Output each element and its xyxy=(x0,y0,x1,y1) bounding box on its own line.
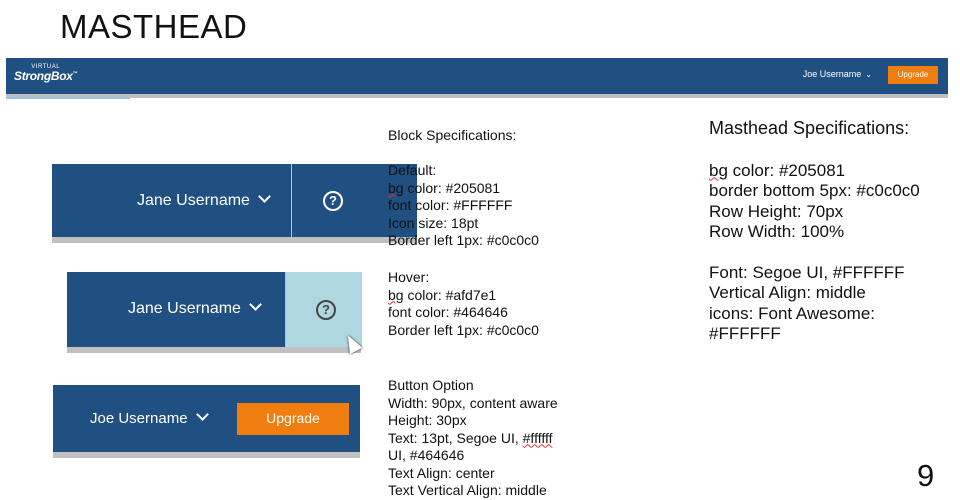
masthead-bar: VIRTUAL StrongBox™ Joe Username ⌄ Upgrade xyxy=(6,58,948,98)
spec-line: icons: Font Awesome: xyxy=(709,303,875,323)
username-label: Jane Username xyxy=(137,192,250,209)
tab-underline xyxy=(6,97,130,99)
logo-main-text: StrongBox™ xyxy=(14,69,78,83)
spec-line: bg color: #205081 xyxy=(709,160,846,180)
spec-line: bg color: #afd7e1 xyxy=(388,286,497,303)
chevron-down-icon xyxy=(195,408,209,421)
username-label: Jane Username xyxy=(128,300,241,317)
spec-line: Icon size: 18pt xyxy=(388,214,479,231)
spec-line: Row Height: 70px xyxy=(709,201,844,221)
spec-line: font color: #FFFFFF xyxy=(388,197,513,213)
spec-line: Height: 30px xyxy=(388,412,467,428)
help-icon: ? xyxy=(316,300,336,320)
spec-line: bg color: #205081 xyxy=(388,179,501,196)
spec-line: Row Width: 100% xyxy=(709,222,845,241)
spec-subheading: Hover: xyxy=(388,269,430,285)
spec-line: Width: 90px, content aware xyxy=(388,394,558,411)
hover-block-example: Jane Username ? xyxy=(67,272,362,353)
user-menu[interactable]: Joe Username ⌄ xyxy=(803,69,872,79)
slide-title: MASTHEAD xyxy=(60,8,248,45)
chevron-down-icon xyxy=(258,190,271,203)
user-menu[interactable]: Jane Username xyxy=(137,190,271,210)
upgrade-button[interactable]: Upgrade xyxy=(237,403,349,435)
spec-line: UI, #464646 xyxy=(388,447,465,463)
spec-line: Vertical Align: middle xyxy=(709,283,866,302)
spec-line: Border left 1px: #c0c0c0 xyxy=(388,232,539,248)
spec-line: Font: Segoe UI, #FFFFFF xyxy=(709,262,905,282)
spec-heading: Block Specifications: xyxy=(388,127,517,143)
divider xyxy=(291,164,292,237)
spec-line: Text Align: center xyxy=(388,464,495,481)
masthead-specifications: Masthead Specifications: bg color: #2050… xyxy=(709,118,920,345)
upgrade-button[interactable]: Upgrade xyxy=(888,66,938,84)
user-menu[interactable]: Joe Username xyxy=(90,408,209,427)
default-block-example: Jane Username ? xyxy=(52,164,417,243)
spec-subheading: Default: xyxy=(388,162,437,178)
button-option-example: Joe Username Upgrade xyxy=(53,385,360,458)
spec-line: Text: 13pt, Segoe UI, #ffffff xyxy=(388,429,553,446)
button-specifications: Button Option Width: 90px, content aware… xyxy=(388,377,558,500)
block-specifications: Block Specifications: Default: bg color:… xyxy=(388,127,539,250)
spec-subheading: Button Option xyxy=(388,377,474,393)
help-icon[interactable]: ? xyxy=(323,191,343,211)
spec-heading: Masthead Specifications: xyxy=(709,118,910,138)
spec-line: Text Vertical Align: middle xyxy=(388,482,547,498)
hover-specifications: Hover: bg color: #afd7e1 font color: #46… xyxy=(388,269,539,339)
page-number: 9 xyxy=(917,458,935,493)
username-label: Joe Username xyxy=(90,410,188,427)
app-logo[interactable]: VIRTUAL StrongBox™ xyxy=(14,64,78,83)
spec-line: #FFFFFF xyxy=(709,324,781,343)
spec-line: font color: #464646 xyxy=(388,304,508,320)
username-label: Joe Username xyxy=(802,69,862,79)
spec-line: border bottom 5px: #c0c0c0 xyxy=(709,181,920,200)
chevron-down-icon: ⌄ xyxy=(865,70,872,79)
user-menu[interactable]: Jane Username xyxy=(128,298,262,318)
spec-line: Border left 1px: #c0c0c0 xyxy=(388,321,539,338)
chevron-down-icon xyxy=(249,298,262,311)
